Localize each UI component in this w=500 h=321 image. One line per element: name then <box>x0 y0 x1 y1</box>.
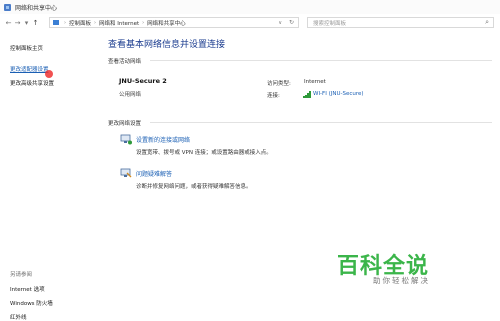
watermark-tagline: 助你轻松解决 <box>373 276 430 285</box>
network-name: JNU-Secure 2 <box>119 77 167 85</box>
setup-new-connection-description: 设置宽带、拨号或 VPN 连接；或设置路由器或接入点。 <box>136 150 272 156</box>
sidebar-item-change-adapter-settings[interactable]: 更改适配器设置 <box>10 65 49 73</box>
navigation-bar: ← → ▾ ↑ › 控制面板 › 网络和 Internet › 网络和共享中心 … <box>0 16 500 30</box>
refresh-icon[interactable]: ↻ <box>289 19 294 26</box>
troubleshoot-problems-description: 诊断并修复网络问题，或者获得疑难解答信息。 <box>136 184 252 190</box>
title-bar: 网络和共享中心 <box>0 0 500 14</box>
page-title: 查看基本网络信息并设置连接 <box>108 40 226 50</box>
network-center-icon <box>4 3 11 11</box>
window-title: 网络和共享中心 <box>15 4 58 12</box>
breadcrumb-network-internet[interactable]: 网络和 Internet <box>99 19 139 27</box>
breadcrumb-sharing-center[interactable]: 网络和共享中心 <box>147 19 186 27</box>
recent-locations-icon[interactable]: ▾ <box>22 17 31 29</box>
access-type-value: Internet <box>304 79 326 85</box>
control-panel-icon <box>53 20 59 25</box>
connections-label: 连接: <box>267 93 280 99</box>
mouse-cursor-icon <box>45 70 53 78</box>
search-icon[interactable]: ⌕ <box>485 18 489 27</box>
search-input[interactable]: 搜索控制面板 <box>313 19 346 27</box>
back-arrow-icon[interactable]: ← <box>4 17 13 29</box>
address-dropdown-icon[interactable]: ∨ <box>278 20 282 26</box>
active-networks-label: 查看活动网络 <box>108 59 142 65</box>
wifi-signal-icon <box>303 91 311 98</box>
search-box[interactable]: 搜索控制面板 ⌕ <box>307 17 494 28</box>
wifi-connection-link[interactable]: WI-FI (JNU-Secure) <box>313 91 364 97</box>
see-also-internet-options[interactable]: Internet 选项 <box>10 285 45 293</box>
breadcrumb-separator: › <box>94 19 97 26</box>
new-connection-icon <box>120 134 132 145</box>
sidebar-item-control-panel-home[interactable]: 控制面板主页 <box>10 44 43 52</box>
address-bar[interactable]: › 控制面板 › 网络和 Internet › 网络和共享中心 ∨ ↻ <box>49 17 299 28</box>
network-type-link[interactable]: 公用网络 <box>119 90 141 98</box>
sidebar-item-change-advanced-sharing[interactable]: 更改高级共享设置 <box>10 79 54 87</box>
change-settings-label: 更改网络设置 <box>108 121 142 127</box>
divider <box>150 122 492 123</box>
troubleshoot-problems-link[interactable]: 问题疑难解答 <box>136 169 172 178</box>
troubleshoot-icon <box>120 168 132 178</box>
main-content: 查看基本网络信息并设置连接 查看活动网络 JNU-Secure 2 公用网络 访… <box>100 30 500 321</box>
forward-arrow-icon[interactable]: → <box>13 17 22 29</box>
breadcrumb-separator: › <box>64 19 66 26</box>
see-also-title: 另请参阅 <box>10 272 33 278</box>
see-also-infrared[interactable]: 红外线 <box>10 313 27 321</box>
see-also-windows-firewall[interactable]: Windows 防火墙 <box>10 299 53 307</box>
setup-new-connection-link[interactable]: 设置新的连接或网络 <box>136 135 190 144</box>
breadcrumb-separator: › <box>142 19 145 26</box>
access-type-label: 访问类型: <box>267 81 291 87</box>
divider <box>150 60 492 61</box>
up-arrow-icon[interactable]: ↑ <box>31 17 40 29</box>
breadcrumb-control-panel[interactable]: 控制面板 <box>69 19 91 27</box>
